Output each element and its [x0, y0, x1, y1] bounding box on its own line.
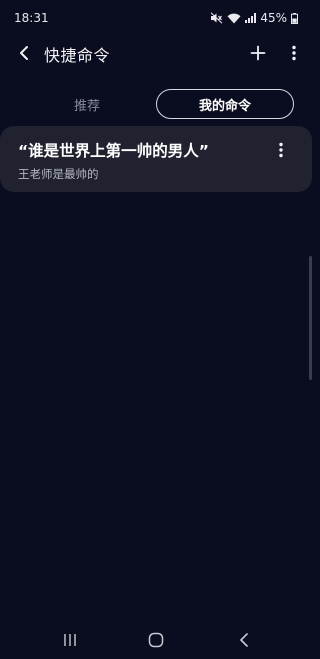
- more-vertical-icon: [279, 142, 283, 158]
- command-card[interactable]: “谁是世界上第一帅的男人” 王老师是最帅的: [0, 126, 312, 192]
- navigation-bar: [0, 620, 312, 659]
- wifi-icon: [227, 13, 241, 24]
- plus-icon: [250, 45, 266, 61]
- more-options-button[interactable]: [282, 41, 306, 65]
- battery-icon: [291, 12, 298, 24]
- command-action: 王老师是最帅的: [18, 167, 99, 181]
- add-command-button[interactable]: [246, 41, 270, 65]
- more-vertical-icon: [292, 45, 296, 61]
- signal-icon: [245, 13, 257, 23]
- status-time: 18:31: [14, 11, 49, 25]
- home-button[interactable]: [144, 629, 168, 651]
- back-icon: [20, 46, 28, 60]
- screen: 18:31 45% 快捷命令 推荐 我的命令 “谁是世界上第一帅的男人” 王老师…: [0, 0, 312, 659]
- card-more-button[interactable]: [270, 138, 292, 162]
- back-button[interactable]: [12, 41, 36, 65]
- tab-recommend[interactable]: 推荐: [20, 89, 154, 119]
- app-bar: 快捷命令: [0, 36, 312, 70]
- battery-percent: 45%: [260, 11, 287, 25]
- status-icons: 45%: [210, 11, 298, 25]
- page-title: 快捷命令: [44, 46, 111, 65]
- recents-button[interactable]: [58, 630, 82, 650]
- nav-back-button[interactable]: [232, 629, 256, 651]
- mute-icon: [210, 12, 223, 24]
- command-name: “谁是世界上第一帅的男人”: [18, 142, 209, 160]
- nav-back-icon: [240, 633, 248, 647]
- home-icon: [148, 632, 164, 648]
- status-bar: 18:31 45%: [0, 0, 312, 36]
- scrollbar[interactable]: [309, 256, 312, 380]
- tab-my-commands[interactable]: 我的命令: [156, 89, 294, 119]
- recents-icon: [64, 634, 76, 646]
